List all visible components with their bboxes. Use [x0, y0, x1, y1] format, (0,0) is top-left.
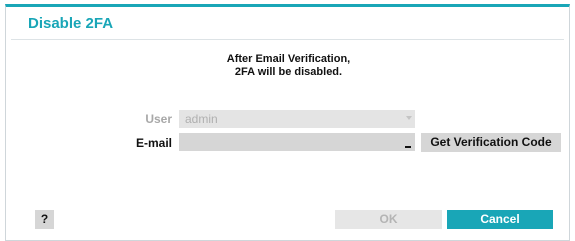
user-select: admin [179, 110, 415, 128]
ok-button[interactable]: OK [335, 210, 442, 229]
dialog-title: Disable 2FA [28, 15, 114, 32]
email-field[interactable] [179, 133, 415, 151]
text-cursor [405, 146, 411, 148]
help-button[interactable]: ? [35, 210, 54, 229]
email-label: E-mail [135, 136, 172, 150]
message-line-1: After Email Verification, [226, 53, 351, 65]
title-divider [11, 39, 564, 40]
user-label: User [145, 112, 172, 126]
get-verification-code-button[interactable]: Get Verification Code [421, 133, 561, 152]
message-line-2: 2FA will be disabled. [234, 66, 343, 78]
chevron-down-icon [406, 116, 412, 120]
dialog-message: After Email Verification, 2FA will be di… [6, 53, 571, 79]
cancel-button[interactable]: Cancel [447, 210, 553, 229]
user-select-value: admin [185, 112, 218, 126]
disable-2fa-dialog: Disable 2FA After Email Verification, 2F… [5, 4, 570, 241]
